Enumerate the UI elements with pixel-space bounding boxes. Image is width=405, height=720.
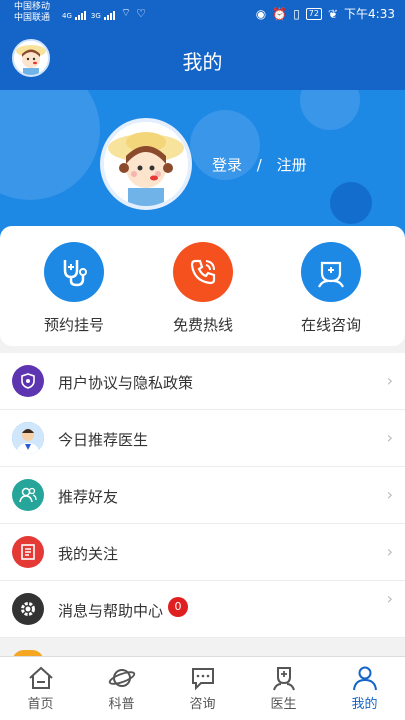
- decor-bubble: [300, 90, 360, 130]
- tab-home[interactable]: 首页: [0, 657, 81, 720]
- decor-bubble: [0, 90, 100, 200]
- menu-label: 今日推荐医生: [58, 431, 149, 449]
- tab-science[interactable]: 科普: [81, 657, 162, 720]
- net-type-2: 3G: [90, 12, 101, 20]
- consult-button[interactable]: 在线咨询: [271, 242, 391, 335]
- home-icon: [28, 666, 53, 689]
- tab-label: 首页: [27, 697, 54, 712]
- tab-label: 我的: [351, 697, 378, 712]
- appointment-button[interactable]: 预约挂号: [14, 242, 134, 335]
- chevron-right-icon: ›: [386, 485, 393, 504]
- appointment-label: 预约挂号: [43, 316, 104, 334]
- chevron-right-icon: ›: [386, 371, 393, 390]
- carrier-1: 中国移动: [14, 2, 51, 12]
- eye-icon: ◉: [255, 6, 267, 21]
- vibrate-icon: ▯: [293, 6, 300, 21]
- header: 我的: [0, 26, 405, 90]
- clock: 下午4:33: [344, 7, 395, 21]
- unread-badge: 0: [168, 597, 188, 617]
- bottom-tab-bar: 首页 科普 咨询 医生 我的: [0, 656, 405, 720]
- chevron-right-icon: ›: [386, 589, 393, 608]
- login-separator: /: [256, 156, 262, 174]
- phone-icon: [173, 242, 233, 302]
- tab-label: 科普: [108, 697, 135, 712]
- profile-avatar[interactable]: [100, 118, 192, 210]
- girl-avatar-icon: [104, 122, 188, 206]
- carrier-2: 中国联通: [14, 13, 51, 23]
- menu-item-follow[interactable]: 我的关注 ›: [0, 524, 405, 581]
- net-type-1: 4G: [62, 12, 72, 20]
- alarm-icon: ⏰: [272, 6, 288, 21]
- register-link[interactable]: 注册: [277, 156, 307, 174]
- status-bar: 中国移动 中国联通 4G 3G ⌔ ♡ ◉ ⏰ ▯ 72 ❦ 下午4:33: [0, 0, 405, 26]
- chevron-right-icon: ›: [386, 428, 393, 447]
- page-title: 我的: [182, 50, 223, 74]
- login-link[interactable]: 登录: [212, 156, 242, 174]
- decor-bubble: [330, 182, 372, 224]
- menu-item-friends[interactable]: 推荐好友 ›: [0, 467, 405, 524]
- friends-icon: [12, 479, 44, 511]
- stethoscope-icon: [44, 242, 104, 302]
- user-icon: [352, 666, 377, 691]
- doctor-icon: [301, 242, 361, 302]
- document-icon: [12, 536, 44, 568]
- menu-label: 消息与帮助中心: [58, 602, 164, 620]
- tab-consult[interactable]: 咨询: [162, 657, 243, 720]
- carrier-info: 中国移动 中国联通: [14, 2, 50, 24]
- menu-item-help[interactable]: 消息与帮助中心 0 ›: [0, 581, 405, 638]
- planet-icon: [108, 669, 135, 687]
- tab-label: 医生: [270, 697, 297, 712]
- profile-banner: 登录 / 注册: [0, 90, 405, 240]
- signal-icon: 4G 3G ⌔ ♡: [62, 6, 146, 20]
- menu-label: 我的关注: [58, 545, 119, 563]
- doctor-avatar-icon: [12, 422, 44, 454]
- leaf-icon: ❦: [327, 6, 339, 21]
- menu-item-doctors[interactable]: 今日推荐医生 ›: [0, 410, 405, 467]
- tab-label: 咨询: [189, 697, 216, 712]
- tab-mine[interactable]: 我的: [324, 657, 405, 720]
- shield-icon: [12, 365, 44, 397]
- heart-icon: ♡: [136, 7, 146, 20]
- hotline-label: 免费热线: [172, 316, 233, 334]
- hotline-button[interactable]: 免费热线: [143, 242, 263, 335]
- menu-label: 推荐好友: [58, 488, 119, 506]
- login-register: 登录 / 注册: [212, 154, 317, 175]
- quick-actions-card: 预约挂号 免费热线 在线咨询: [0, 226, 405, 346]
- tab-doctor[interactable]: 医生: [243, 657, 324, 720]
- chevron-right-icon: ›: [386, 542, 393, 561]
- menu-list: 用户协议与隐私政策 › 今日推荐医生 › 推荐好友 › 我的关注 › 消息与帮助…: [0, 353, 405, 638]
- menu-label: 用户协议与隐私政策: [58, 374, 194, 392]
- chat-icon: [191, 668, 214, 691]
- consult-label: 在线咨询: [300, 316, 361, 334]
- doctor-icon: [272, 667, 295, 691]
- menu-item-privacy[interactable]: 用户协议与隐私政策 ›: [0, 353, 405, 410]
- wifi-icon: ⌔: [120, 6, 132, 19]
- gear-icon: [12, 593, 44, 625]
- status-right: ◉ ⏰ ▯ 72 ❦ 下午4:33: [256, 5, 395, 22]
- battery-icon: 72: [305, 7, 322, 20]
